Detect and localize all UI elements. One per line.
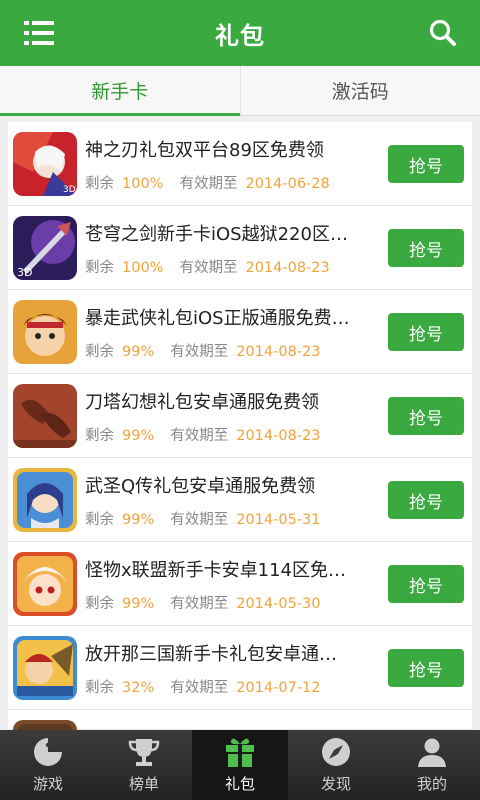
remain-label: 剩余 [85, 428, 114, 444]
nav-label: 礼包 [224, 775, 255, 793]
nav-games[interactable]: 游戏 [0, 730, 96, 800]
remain-label: 剩余 [85, 512, 114, 528]
svg-text:3D: 3D [17, 266, 32, 279]
game-icon [13, 384, 77, 448]
remain-label: 剩余 [85, 176, 114, 192]
remain-value: 99% [122, 428, 155, 444]
expire-value: 2014-05-31 [236, 512, 321, 528]
game-icon: 3D [13, 216, 77, 280]
gift-meta: 剩余 99% 有效期至 2014-05-31 [85, 508, 321, 529]
expire-label: 有效期至 [170, 428, 229, 444]
remain-value: 100% [122, 176, 164, 192]
gift-title: 放开那三国新手卡礼包安卓通… [85, 644, 337, 665]
search-icon[interactable] [428, 18, 458, 48]
gift-meta: 剩余 99% 有效期至 2014-05-30 [85, 592, 321, 613]
compass-icon [322, 738, 350, 766]
game-icon [13, 636, 77, 700]
remain-label: 剩余 [85, 596, 114, 612]
nav-label: 发现 [320, 775, 351, 793]
gift-title: 刀塔幻想礼包安卓通服免费领 [85, 392, 319, 413]
remain-label: 剩余 [85, 344, 114, 360]
grab-button[interactable]: 抢号 [388, 649, 464, 687]
list-item[interactable]: 放开那三国新手卡礼包安卓通… 剩余 32% 有效期至 2014-07-12 抢号 [8, 626, 472, 710]
expire-value: 2014-07-12 [236, 680, 321, 696]
gift-icon [226, 738, 254, 767]
expire-label: 有效期至 [170, 344, 229, 360]
nav-profile[interactable]: 我的 [384, 730, 480, 800]
game-icon [13, 552, 77, 616]
expire-label: 有效期至 [170, 512, 229, 528]
expire-label: 有效期至 [179, 260, 238, 276]
menu-icon[interactable] [24, 20, 54, 46]
gift-meta: 剩余 99% 有效期至 2014-08-23 [85, 340, 321, 361]
pacman-icon [34, 738, 62, 766]
page-title: 礼包 [215, 21, 265, 50]
remain-value: 99% [122, 512, 155, 528]
user-icon [418, 738, 446, 767]
tab-activation-code[interactable]: 激活码 [239, 66, 480, 115]
expire-label: 有效期至 [179, 176, 238, 192]
remain-value: 100% [122, 260, 164, 276]
list-item[interactable]: 暴走武侠礼包iOS正版通服免费… 剩余 99% 有效期至 2014-08-23 抢号 [8, 290, 472, 374]
list-item[interactable]: 刀塔幻想礼包安卓通服免费领 剩余 99% 有效期至 2014-08-23 抢号 [8, 374, 472, 458]
expire-value: 2014-06-28 [245, 176, 330, 192]
expire-label: 有效期至 [170, 680, 229, 696]
grab-button[interactable]: 抢号 [388, 481, 464, 519]
gift-title: 暴走武侠礼包iOS正版通服免费… [85, 308, 350, 329]
nav-label: 游戏 [32, 775, 63, 793]
gift-title: 武圣Q传礼包安卓通服免费领 [85, 476, 316, 497]
tab-bar: 新手卡 激活码 [0, 66, 480, 116]
remain-value: 99% [122, 596, 155, 612]
app-header: 礼包 [0, 0, 480, 66]
grab-button[interactable]: 抢号 [388, 397, 464, 435]
svg-text:3D: 3D [63, 185, 76, 195]
remain-label: 剩余 [85, 680, 114, 696]
grab-button[interactable]: 抢号 [388, 313, 464, 351]
gift-title: 怪物x联盟新手卡安卓114区免… [85, 560, 347, 581]
gift-meta: 剩余 99% 有效期至 2014-08-23 [85, 424, 321, 445]
expire-label: 有效期至 [170, 596, 229, 612]
tab-newbie-card[interactable]: 新手卡 [0, 66, 240, 116]
nav-discover[interactable]: 发现 [288, 730, 384, 800]
grab-button[interactable]: 抢号 [388, 145, 464, 183]
grab-button[interactable]: 抢号 [388, 229, 464, 267]
nav-ranking[interactable]: 榜单 [96, 730, 192, 800]
expire-value: 2014-08-23 [236, 344, 321, 360]
gift-list[interactable]: 3D 神之刃礼包双平台89区免费领 剩余 100% 有效期至 2014-06-28 抢… [8, 122, 472, 732]
list-item[interactable]: 武圣Q传礼包安卓通服免费领 剩余 99% 有效期至 2014-05-31 抢号 [8, 458, 472, 542]
list-item[interactable]: 3D 苍穹之剑新手卡iOS越狱220区… 剩余 100% 有效期至 2014-08-2… [8, 206, 472, 290]
remain-label: 剩余 [85, 260, 114, 276]
remain-value: 32% [122, 680, 155, 696]
expire-value: 2014-08-23 [236, 428, 321, 444]
trophy-icon [128, 739, 160, 766]
nav-label: 榜单 [128, 775, 159, 793]
bottom-nav: 游戏 榜单 礼包 发现 我的 [0, 730, 480, 800]
list-item[interactable]: 3D 神之刃礼包双平台89区免费领 剩余 100% 有效期至 2014-06-28 抢… [8, 122, 472, 206]
game-icon [13, 300, 77, 364]
remain-value: 99% [122, 344, 155, 360]
game-icon: 3D [13, 132, 77, 196]
gift-title: 神之刃礼包双平台89区免费领 [85, 140, 324, 161]
gift-meta: 剩余 100% 有效期至 2014-06-28 [85, 172, 330, 193]
expire-value: 2014-08-23 [245, 260, 330, 276]
gift-meta: 剩余 32% 有效期至 2014-07-12 [85, 676, 321, 697]
nav-gifts[interactable]: 礼包 [192, 730, 288, 800]
expire-value: 2014-05-30 [236, 596, 321, 612]
list-item[interactable]: 怪物x联盟新手卡安卓114区免… 剩余 99% 有效期至 2014-05-30 抢号 [8, 542, 472, 626]
gift-meta: 剩余 100% 有效期至 2014-08-23 [85, 256, 330, 277]
list-item[interactable] [8, 710, 472, 732]
game-icon [13, 468, 77, 532]
nav-label: 我的 [416, 775, 447, 793]
gift-title: 苍穹之剑新手卡iOS越狱220区… [85, 224, 348, 245]
grab-button[interactable]: 抢号 [388, 565, 464, 603]
